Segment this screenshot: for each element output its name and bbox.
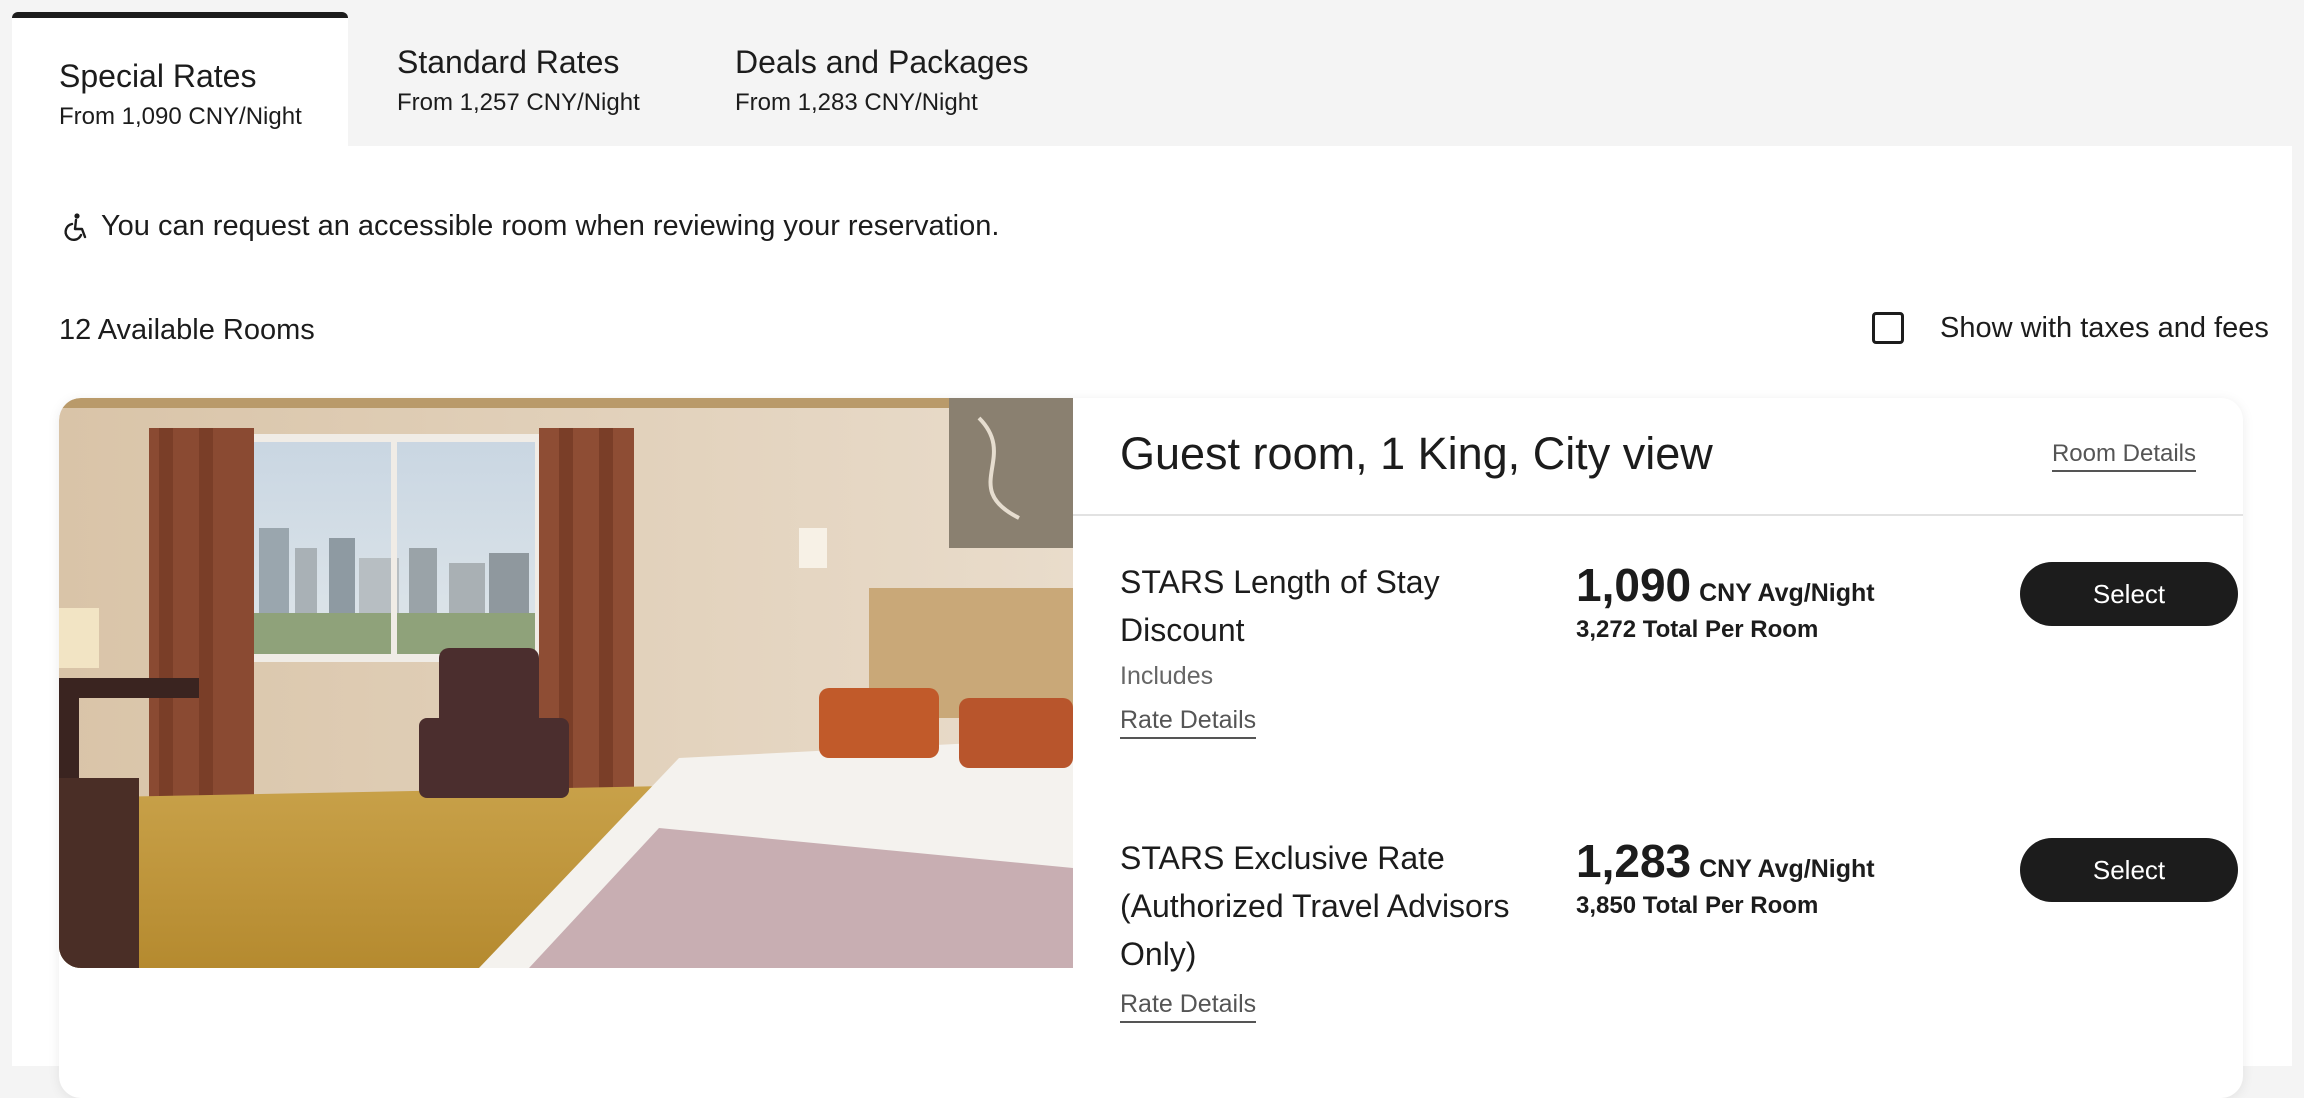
rate-option: STARS Length of Stay Discount Includes R…: [1120, 558, 2238, 758]
price-total: 3,272 Total Per Room: [1576, 616, 1819, 643]
tab-standard-rates[interactable]: Standard Rates From 1,257 CNY/Night: [350, 12, 686, 146]
taxes-label[interactable]: Show with taxes and fees: [1940, 312, 2269, 345]
tab-title: Standard Rates: [397, 44, 620, 80]
room-image: [59, 398, 1073, 968]
rate-name: STARS Exclusive Rate (Authorized Travel …: [1120, 840, 1510, 972]
tab-special-rates[interactable]: Special Rates From 1,090 CNY/Night: [12, 12, 348, 146]
rate-price: 1,283 CNY Avg/Night 3,850 Total Per Room: [1576, 834, 1875, 920]
rate-price: 1,090 CNY Avg/Night 3,272 Total Per Room: [1576, 558, 1875, 644]
taxes-checkbox[interactable]: [1872, 312, 1904, 344]
tab-title: Deals and Packages: [735, 44, 1029, 80]
rate-tabs: Special Rates From 1,090 CNY/Night Stand…: [0, 0, 2304, 146]
room-header: Guest room, 1 King, City view Room Detai…: [1073, 398, 2243, 516]
tab-deals-and-packages[interactable]: Deals and Packages From 1,283 CNY/Night: [688, 12, 1068, 146]
taxes-toggle[interactable]: Show with taxes and fees: [1872, 310, 2292, 350]
price-amount: 1,090: [1576, 559, 1692, 611]
rates-panel: You can request an accessible room when …: [12, 146, 2292, 1098]
available-rooms-count: 12 Available Rooms: [59, 314, 315, 346]
room-photo: [59, 398, 1073, 968]
rate-details-link[interactable]: Rate Details: [1120, 706, 1257, 739]
tab-subtitle: From 1,257 CNY/Night: [397, 89, 640, 116]
room-info: Guest room, 1 King, City view Room Detai…: [1073, 398, 2243, 1098]
tab-title: Special Rates: [59, 58, 257, 94]
select-button[interactable]: Select: [2020, 838, 2238, 902]
price-unit: CNY Avg/Night: [1699, 855, 1875, 883]
tab-subtitle: From 1,283 CNY/Night: [735, 89, 978, 116]
rate-details-link[interactable]: Rate Details: [1120, 990, 1257, 1023]
select-button[interactable]: Select: [2020, 562, 2238, 626]
room-details-link[interactable]: Room Details: [2051, 440, 2196, 472]
price-amount: 1,283: [1576, 835, 1692, 887]
price-total: 3,850 Total Per Room: [1576, 892, 1819, 919]
rate-option: STARS Exclusive Rate (Authorized Travel …: [1120, 834, 2238, 1034]
wheelchair-icon: [64, 212, 87, 241]
room-card: Guest room, 1 King, City view Room Detai…: [59, 398, 2243, 1098]
tab-subtitle: From 1,090 CNY/Night: [59, 103, 302, 130]
accessibility-notice: You can request an accessible room when …: [59, 210, 999, 243]
price-unit: CNY Avg/Night: [1699, 579, 1875, 607]
rate-includes: Includes: [1120, 662, 1214, 690]
rate-name: STARS Length of Stay Discount: [1120, 564, 1440, 648]
accessibility-text: You can request an accessible room when …: [101, 210, 1000, 242]
room-name: Guest room, 1 King, City view: [1120, 428, 1713, 479]
